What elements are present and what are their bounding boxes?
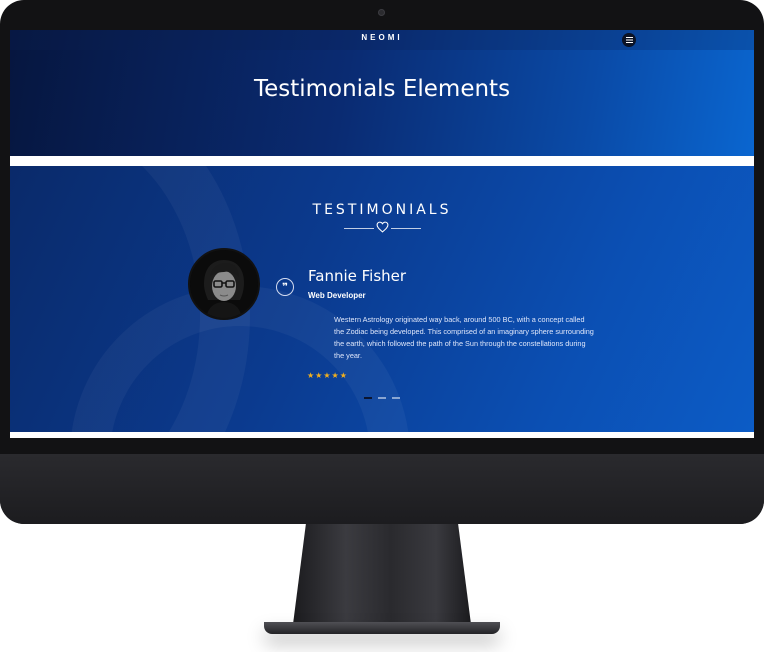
page-title: Testimonials Elements [253, 76, 511, 102]
quote-icon: ❞ [276, 278, 294, 296]
monitor-screen: NEOMI Testimonials Elements TESTIMONIALS [10, 30, 754, 438]
menu-button[interactable] [622, 33, 636, 47]
monitor-stand [292, 520, 472, 632]
hamburger-icon [625, 37, 633, 43]
title-divider-right [391, 228, 421, 229]
portrait-image [190, 250, 258, 318]
carousel-dot-3[interactable] [392, 397, 400, 399]
carousel-dot-1[interactable] [364, 397, 372, 399]
monitor-chin [0, 454, 764, 524]
testimonial-text: Western Astrology originated way back, a… [334, 315, 594, 360]
camera-icon [378, 9, 385, 16]
testimonial-name: Fannie Fisher [308, 267, 407, 285]
rating-stars: ★★★★★ [307, 371, 348, 380]
hero-banner: NEOMI Testimonials Elements [10, 30, 754, 156]
monitor-stand-base [264, 622, 500, 634]
carousel-pagination [364, 397, 400, 399]
section-separator [10, 156, 754, 166]
testimonial-role: Web Developer [308, 291, 366, 300]
section-title: TESTIMONIALS [312, 202, 452, 218]
title-divider-left [344, 228, 374, 229]
heart-icon [376, 221, 389, 233]
testimonials-section: TESTIMONIALS ❞ Fannie Fisher Web Develop… [10, 166, 754, 432]
top-navigation: NEOMI [10, 30, 754, 50]
avatar [188, 248, 260, 320]
carousel-dot-2[interactable] [378, 397, 386, 399]
site-logo[interactable]: NEOMI [360, 33, 404, 42]
